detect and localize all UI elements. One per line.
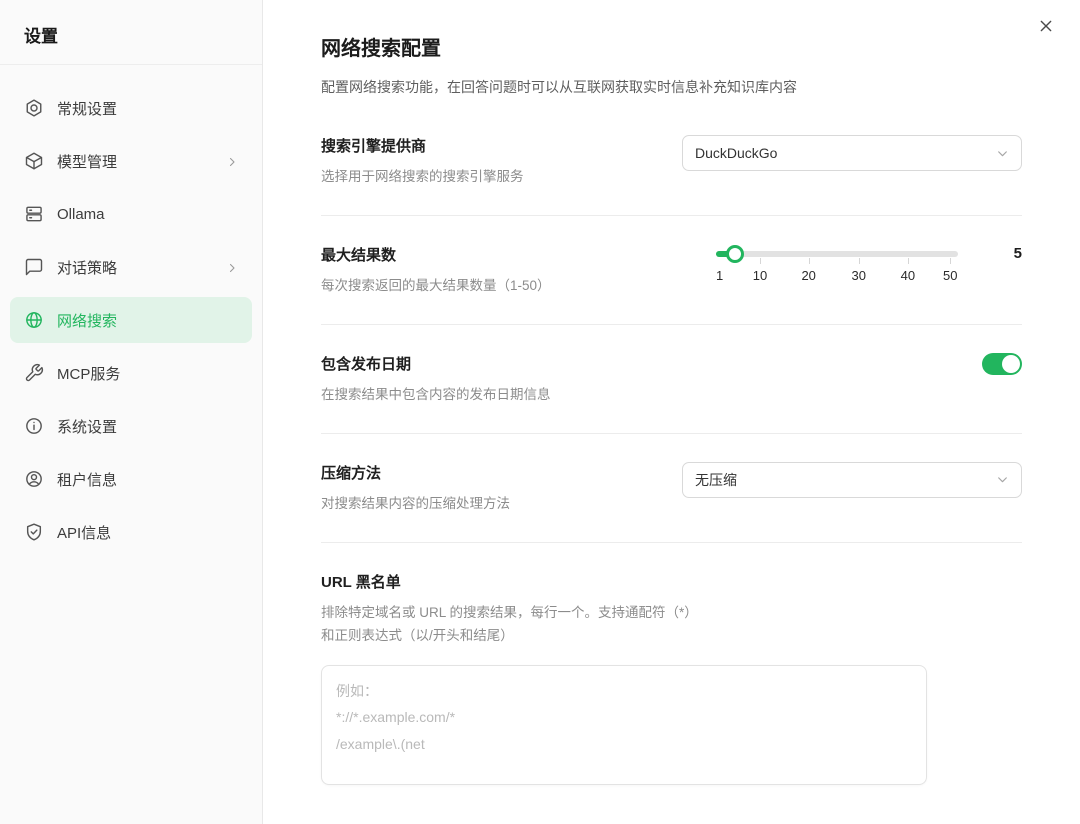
slider-tick-labels: 1 10 20 30 40 50 [716,268,958,286]
setting-description: 排除特定域名或 URL 的搜索结果，每行一个。支持通配符（*） 和正则表达式（以… [321,602,1022,648]
slider-track[interactable] [716,251,958,257]
max-results-value: 5 [1014,244,1022,262]
compression-select[interactable]: 无压缩 [682,462,1022,498]
slider-tick [950,258,951,264]
include-date-toggle[interactable] [982,353,1022,375]
sidebar-item-conversation-strategy[interactable]: 对话策略 [10,244,252,290]
web-search-config-panel: 网络搜索配置 配置网络搜索功能，在回答问题时可以从互联网获取实时信息补充知识库内… [263,0,1080,824]
general-settings-icon [24,98,44,118]
setting-row-url-blacklist: URL 黑名单 排除特定域名或 URL 的搜索结果，每行一个。支持通配符（*） … [321,543,1022,816]
sidebar-item-api-info[interactable]: API信息 [10,509,252,555]
tick-label: 40 [901,268,915,283]
chevron-down-icon [996,473,1009,486]
setting-row-max-results: 最大结果数 每次搜索返回的最大结果数量（1-50） 1 10 20 [321,216,1022,325]
sidebar-item-label: 对话策略 [57,257,226,278]
setting-label: 压缩方法 [321,462,510,483]
tick-label: 50 [943,268,957,283]
settings-sidebar: 设置 常规设置 模型管理 Ollama [0,0,263,824]
setting-label: 最大结果数 [321,244,551,265]
sidebar-item-label: 常规设置 [57,98,238,119]
url-blacklist-textarea[interactable] [321,665,927,785]
shield-check-icon [24,522,44,542]
compression-value: 无压缩 [695,470,996,490]
slider-tick [809,258,810,264]
sidebar-item-label: 网络搜索 [57,310,238,331]
sidebar-item-model-management[interactable]: 模型管理 [10,138,252,184]
sidebar-item-label: 模型管理 [57,151,226,172]
setting-description: 每次搜索返回的最大结果数量（1-50） [321,275,551,298]
sidebar-item-label: Ollama [57,206,238,223]
setting-label: 搜索引擎提供商 [321,135,524,156]
server-icon [24,204,44,224]
max-results-slider[interactable]: 1 10 20 30 40 50 [716,244,958,288]
setting-description: 对搜索结果内容的压缩处理方法 [321,493,510,516]
page-subtitle: 配置网络搜索功能，在回答问题时可以从互联网获取实时信息补充知识库内容 [321,77,1022,97]
wrench-icon [24,363,44,383]
sidebar-item-system-settings[interactable]: 系统设置 [10,403,252,449]
setting-row-include-date: 包含发布日期 在搜索结果中包含内容的发布日期信息 [321,325,1022,434]
chevron-down-icon [996,147,1009,160]
sidebar-item-label: MCP服务 [57,363,238,384]
sidebar-item-mcp-service[interactable]: MCP服务 [10,350,252,396]
sidebar-item-web-search[interactable]: 网络搜索 [10,297,252,343]
setting-description: 在搜索结果中包含内容的发布日期信息 [321,384,551,407]
sidebar-item-label: API信息 [57,522,238,543]
sidebar-title: 设置 [0,0,262,65]
sidebar-item-label: 租户信息 [57,469,238,490]
slider-tick [760,258,761,264]
slider-tick [859,258,860,264]
tick-label: 1 [716,268,723,283]
close-icon [1038,18,1054,34]
slider-tick [908,258,909,264]
sidebar-item-ollama[interactable]: Ollama [10,191,252,237]
tick-label: 10 [753,268,767,283]
toggle-knob [1002,355,1020,373]
chevron-right-icon [226,155,238,167]
close-button[interactable] [1032,12,1060,40]
sidebar-item-label: 系统设置 [57,416,238,437]
sidebar-item-tenant-info[interactable]: 租户信息 [10,456,252,502]
setting-label: URL 黑名单 [321,571,1022,592]
cube-icon [24,151,44,171]
tick-label: 20 [801,268,815,283]
search-engine-select[interactable]: DuckDuckGo [682,135,1022,171]
tick-label: 30 [852,268,866,283]
user-circle-icon [24,469,44,489]
sidebar-nav: 常规设置 模型管理 Ollama 对话策略 [0,65,262,555]
page-title: 网络搜索配置 [321,0,1022,61]
setting-label: 包含发布日期 [321,353,551,374]
setting-description: 选择用于网络搜索的搜索引擎服务 [321,166,524,189]
search-engine-value: DuckDuckGo [695,145,996,161]
sidebar-item-general-settings[interactable]: 常规设置 [10,85,252,131]
info-icon [24,416,44,436]
chat-bubble-icon [24,257,44,277]
slider-handle[interactable] [726,245,744,263]
setting-row-compression: 压缩方法 对搜索结果内容的压缩处理方法 无压缩 [321,434,1022,543]
chevron-right-icon [226,261,238,273]
setting-row-search-engine: 搜索引擎提供商 选择用于网络搜索的搜索引擎服务 DuckDuckGo [321,135,1022,216]
globe-icon [24,310,44,330]
